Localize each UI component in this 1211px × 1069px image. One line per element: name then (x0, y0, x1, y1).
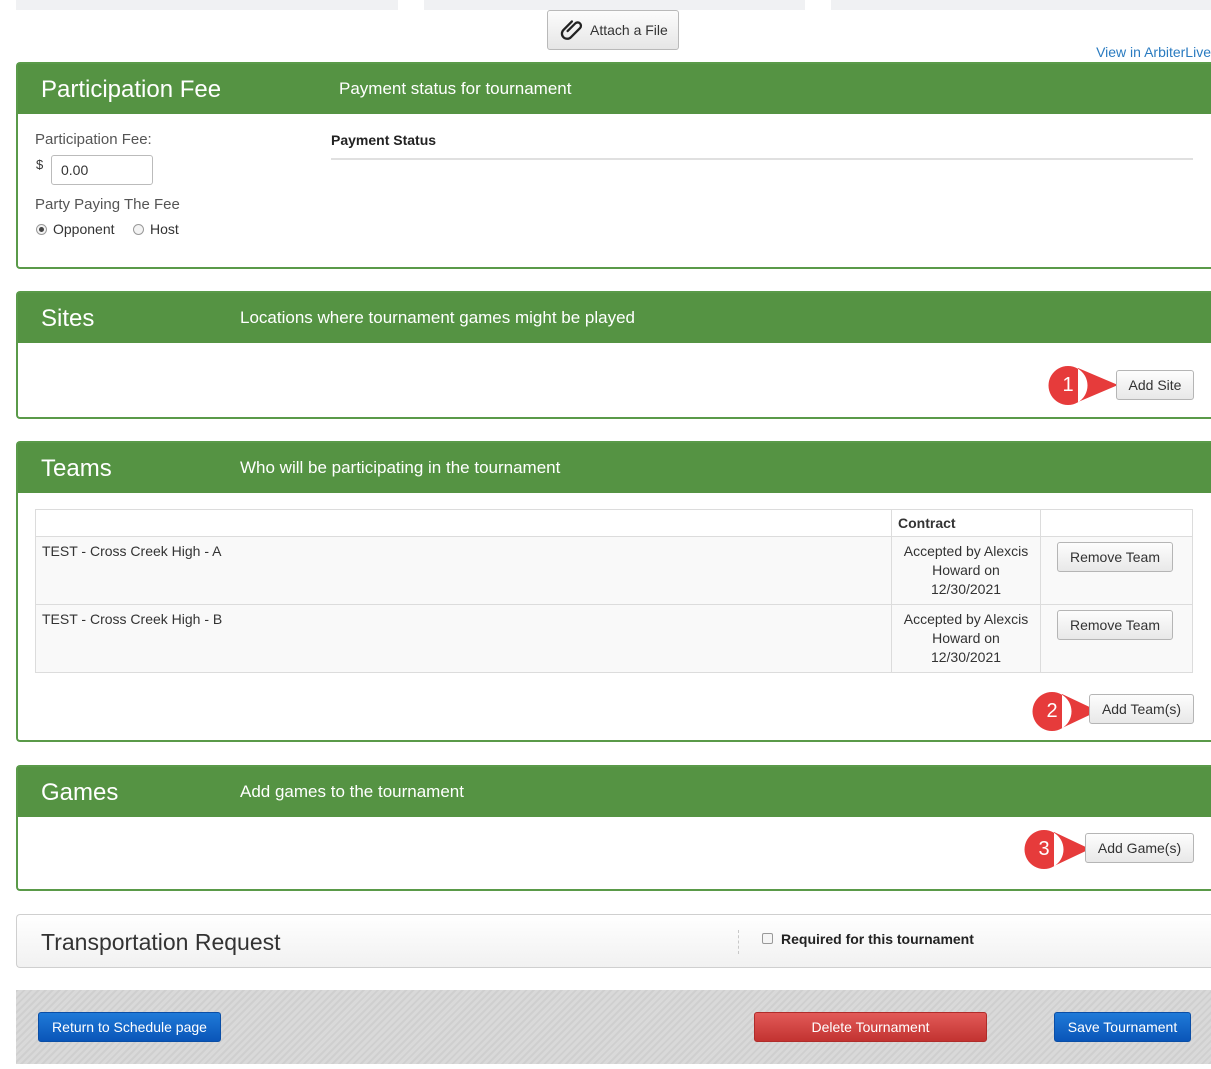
contract-status-cell: Accepted by Alexcis Howard on 12/30/2021 (891, 604, 1041, 673)
participation-fee-title: Participation Fee (41, 76, 222, 103)
participation-fee-input[interactable] (51, 155, 153, 185)
teams-header: Teams Who will be participating in the t… (18, 443, 1211, 493)
games-header: Games Add games to the tournament (18, 767, 1211, 817)
required-checkbox-label: Required for this tournament (781, 931, 974, 947)
teams-table-header-row: Contract (35, 509, 1193, 537)
participation-fee-header: Participation Fee Payment status for tou… (18, 64, 1211, 114)
annotation-number-1: 1 (1062, 374, 1074, 396)
required-checkbox[interactable] (762, 933, 773, 944)
action-cell: Remove Team (1040, 604, 1193, 673)
annotation-marker-2: 2 (1032, 691, 1098, 731)
team-name-cell: TEST - Cross Creek High - A (35, 536, 892, 605)
transportation-request-panel: Transportation Request Required for this… (16, 914, 1211, 968)
participation-fee-label: Participation Fee: (35, 131, 152, 148)
teams-table: Contract TEST - Cross Creek High - A Acc… (35, 509, 1193, 673)
sites-title: Sites (41, 305, 95, 332)
action-column-header (1040, 509, 1193, 537)
transportation-request-title: Transportation Request (41, 929, 281, 955)
sites-panel: Sites Locations where tournament games m… (16, 291, 1211, 419)
payment-status-header: Payment Status (331, 132, 437, 148)
table-row: TEST - Cross Creek High - A Accepted by … (35, 536, 1193, 605)
games-title: Games (41, 779, 119, 806)
host-radio-label: Host (150, 221, 179, 237)
payment-status-divider (331, 158, 1193, 160)
annotation-number-3: 3 (1038, 838, 1050, 860)
games-panel: Games Add games to the tournament (16, 765, 1211, 891)
table-row: TEST - Cross Creek High - B Accepted by … (35, 604, 1193, 673)
contract-status-cell: Accepted by Alexcis Howard on 12/30/2021 (891, 536, 1041, 605)
top-strip-left (16, 0, 398, 10)
teams-subtitle: Who will be participating in the tournam… (240, 458, 561, 477)
annotation-marker-3: 3 (1024, 829, 1090, 869)
teams-title: Teams (41, 455, 112, 482)
team-column-header (35, 509, 892, 537)
annotation-number-2: 2 (1046, 700, 1058, 722)
attach-file-button[interactable]: Attach a File (547, 10, 679, 50)
action-cell: Remove Team (1040, 536, 1193, 605)
attach-file-label: Attach a File (590, 22, 668, 38)
add-games-button[interactable]: Add Game(s) (1085, 833, 1194, 863)
return-to-schedule-button[interactable]: Return to Schedule page (38, 1012, 221, 1042)
sites-header: Sites Locations where tournament games m… (18, 293, 1211, 343)
opponent-radio[interactable] (36, 224, 47, 235)
remove-team-button[interactable]: Remove Team (1057, 610, 1173, 640)
paperclip-icon (560, 20, 583, 40)
view-in-arbiterlive-link[interactable]: View in ArbiterLive (1096, 44, 1211, 60)
transportation-divider (738, 930, 739, 954)
participation-fee-panel: Participation Fee Payment status for tou… (16, 62, 1211, 269)
currency-symbol: $ (36, 157, 44, 172)
contract-column-header: Contract (891, 509, 1041, 537)
party-paying-label: Party Paying The Fee (35, 196, 180, 213)
participation-fee-subtitle: Payment status for tournament (339, 79, 572, 98)
annotation-marker-1: 1 (1048, 365, 1118, 405)
save-tournament-button[interactable]: Save Tournament (1054, 1012, 1191, 1042)
top-strip-middle (424, 0, 805, 10)
remove-team-button[interactable]: Remove Team (1057, 542, 1173, 572)
games-subtitle: Add games to the tournament (240, 782, 464, 801)
add-site-button[interactable]: Add Site (1116, 370, 1194, 400)
team-name-cell: TEST - Cross Creek High - B (35, 604, 892, 673)
top-strip-right (831, 0, 1211, 10)
host-radio[interactable] (133, 224, 144, 235)
sites-subtitle: Locations where tournament games might b… (240, 308, 636, 327)
add-teams-button[interactable]: Add Team(s) (1089, 694, 1194, 724)
delete-tournament-button[interactable]: Delete Tournament (754, 1012, 987, 1042)
opponent-radio-label: Opponent (53, 221, 115, 237)
